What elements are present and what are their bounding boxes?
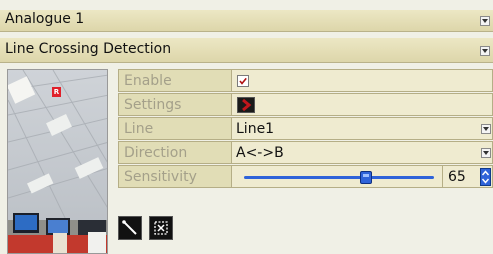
sensitivity-value: 65 (448, 169, 466, 185)
slider-thumb-highlight (363, 174, 369, 177)
chevron-down-icon[interactable] (481, 124, 491, 134)
direction-row: Direction A<->B (118, 141, 493, 165)
preview-image (8, 70, 107, 253)
direction-select[interactable]: A<->B (232, 141, 493, 164)
clear-icon (154, 221, 168, 235)
enable-row: Enable (118, 69, 493, 93)
detection-type-label: Line Crossing Detection (5, 41, 172, 57)
chevron-down-icon[interactable] (480, 16, 490, 26)
sensitivity-label: Sensitivity (118, 165, 232, 188)
enable-checkbox[interactable] (237, 75, 249, 87)
chevron-down-icon[interactable] (480, 46, 490, 56)
enable-label: Enable (118, 69, 232, 92)
up-down-arrows-icon (481, 170, 490, 184)
arrow-right-icon (242, 98, 252, 112)
direction-label: Direction (118, 141, 232, 164)
enable-cell (232, 69, 493, 92)
settings-cell (232, 93, 493, 116)
camera-preview[interactable]: R (7, 69, 108, 254)
slider-thumb[interactable] (360, 171, 372, 184)
sensitivity-cell: 65 (232, 165, 493, 188)
detection-type-select[interactable]: Line Crossing Detection (0, 38, 493, 63)
checkmark-icon (239, 77, 247, 85)
stepper-icon[interactable] (480, 168, 491, 186)
line-draw-icon (122, 220, 137, 235)
sensitivity-value-box[interactable]: 65 (442, 166, 493, 188)
clear-tool[interactable] (149, 216, 173, 240)
camera-label: Analogue 1 (5, 11, 85, 27)
line-label: Line (118, 117, 232, 140)
camera-select[interactable]: Analogue 1 (0, 10, 493, 32)
line-row: Line Line1 (118, 117, 493, 141)
direction-value: A<->B (236, 145, 284, 161)
settings-label: Settings (118, 93, 232, 116)
line-value: Line1 (236, 121, 275, 137)
draw-line-tool[interactable] (118, 216, 142, 240)
rec-badge: R (52, 87, 61, 97)
sensitivity-slider[interactable] (244, 171, 434, 184)
settings-row: Settings (118, 93, 493, 117)
settings-button[interactable] (237, 97, 255, 113)
sensitivity-row: Sensitivity 65 (118, 165, 493, 189)
line-select[interactable]: Line1 (232, 117, 493, 140)
chevron-down-icon[interactable] (481, 148, 491, 158)
